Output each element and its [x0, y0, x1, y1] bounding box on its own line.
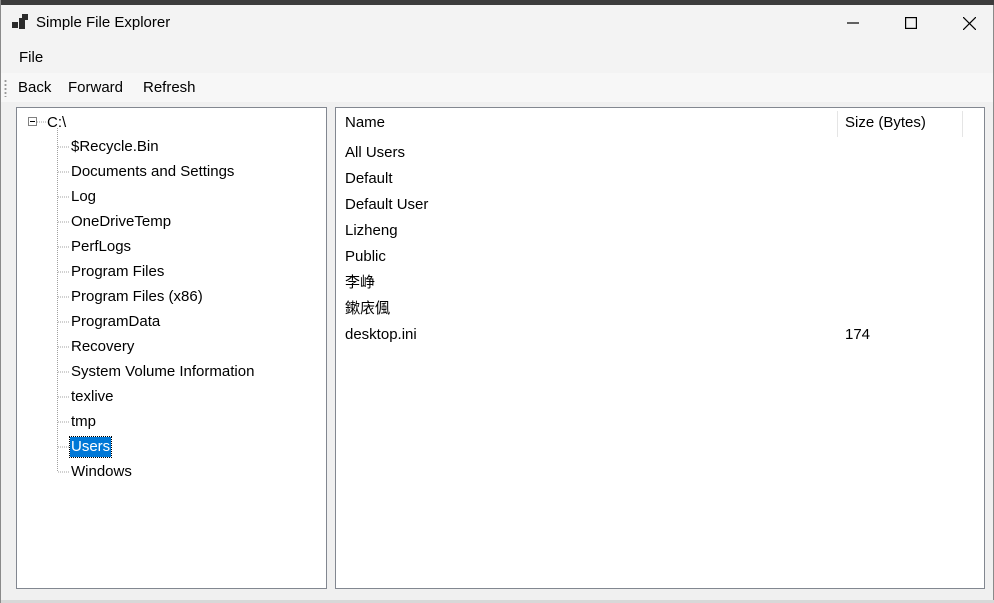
minimize-icon [847, 22, 859, 24]
item-name: 李峥 [345, 274, 376, 291]
tree-node[interactable]: System Volume Information [71, 362, 254, 382]
list-item[interactable]: desktop.ini 174 [336, 322, 976, 348]
item-name: Public [345, 248, 386, 265]
toolbar: Back Forward Refresh [1, 73, 993, 102]
app-icon [12, 14, 28, 30]
tree-node[interactable]: Documents and Settings [71, 162, 234, 182]
tree-node[interactable]: $Recycle.Bin [71, 137, 159, 157]
title-bar[interactable]: Simple File Explorer [1, 5, 993, 41]
tree-node-selected[interactable]: Users [68, 436, 113, 458]
close-button[interactable] [940, 5, 994, 41]
tree-node[interactable]: Program Files [71, 262, 164, 282]
folder-tree[interactable]: C:\ $Recycle.Bin Documents and Settings … [16, 107, 327, 589]
tree-node[interactable]: PerfLogs [71, 237, 131, 257]
toolbar-grip-icon[interactable] [4, 79, 7, 97]
list-item[interactable]: Default [336, 166, 976, 192]
tree-node[interactable]: Recovery [71, 337, 134, 357]
tree-node[interactable]: OneDriveTemp [71, 212, 171, 232]
column-header-size[interactable]: Size (Bytes) [845, 108, 926, 138]
column-header-name[interactable]: Name [345, 108, 385, 138]
list-item[interactable]: 李峥 [336, 270, 976, 296]
minimize-button[interactable] [824, 5, 882, 41]
item-name: Default [345, 170, 393, 187]
app-window: Simple File Explorer File Back Forward R… [0, 0, 994, 603]
close-icon [962, 16, 976, 30]
forward-button[interactable]: Forward [68, 79, 123, 96]
item-size: 174 [845, 326, 871, 343]
tree-node[interactable]: tmp [71, 412, 96, 432]
tree-node[interactable]: texlive [71, 387, 114, 407]
list-item[interactable]: Public [336, 244, 976, 270]
refresh-button[interactable]: Refresh [143, 79, 196, 96]
tree-node-root[interactable]: C:\ [47, 113, 66, 133]
window-title: Simple File Explorer [36, 14, 171, 31]
item-name: All Users [345, 144, 406, 161]
list-item[interactable]: Lizheng [336, 218, 976, 244]
menu-file[interactable]: File [19, 49, 43, 66]
item-name: Default User [345, 196, 429, 213]
list-item[interactable]: Default User [336, 192, 976, 218]
tree-node[interactable]: Program Files (x86) [71, 287, 203, 307]
item-name: desktop.ini [345, 326, 417, 343]
maximize-button[interactable] [882, 5, 940, 41]
tree-node[interactable]: Windows [71, 462, 132, 482]
item-name: 鏉庡偑 [345, 300, 391, 317]
back-button[interactable]: Back [18, 79, 51, 96]
collapse-toggle-icon[interactable] [28, 117, 37, 126]
tree-connector-lines [37, 121, 70, 473]
file-list[interactable]: Name Size (Bytes) All Users Default Defa… [335, 107, 985, 589]
maximize-icon [905, 17, 917, 29]
tree-node[interactable]: ProgramData [71, 312, 160, 332]
list-item[interactable]: All Users [336, 140, 976, 166]
menu-bar: File [1, 41, 993, 73]
item-name: Lizheng [345, 222, 398, 239]
tree-node[interactable]: Log [71, 187, 96, 207]
list-item[interactable]: 鏉庡偑 [336, 296, 976, 322]
column-separator[interactable] [837, 111, 838, 137]
column-separator[interactable] [962, 111, 963, 137]
